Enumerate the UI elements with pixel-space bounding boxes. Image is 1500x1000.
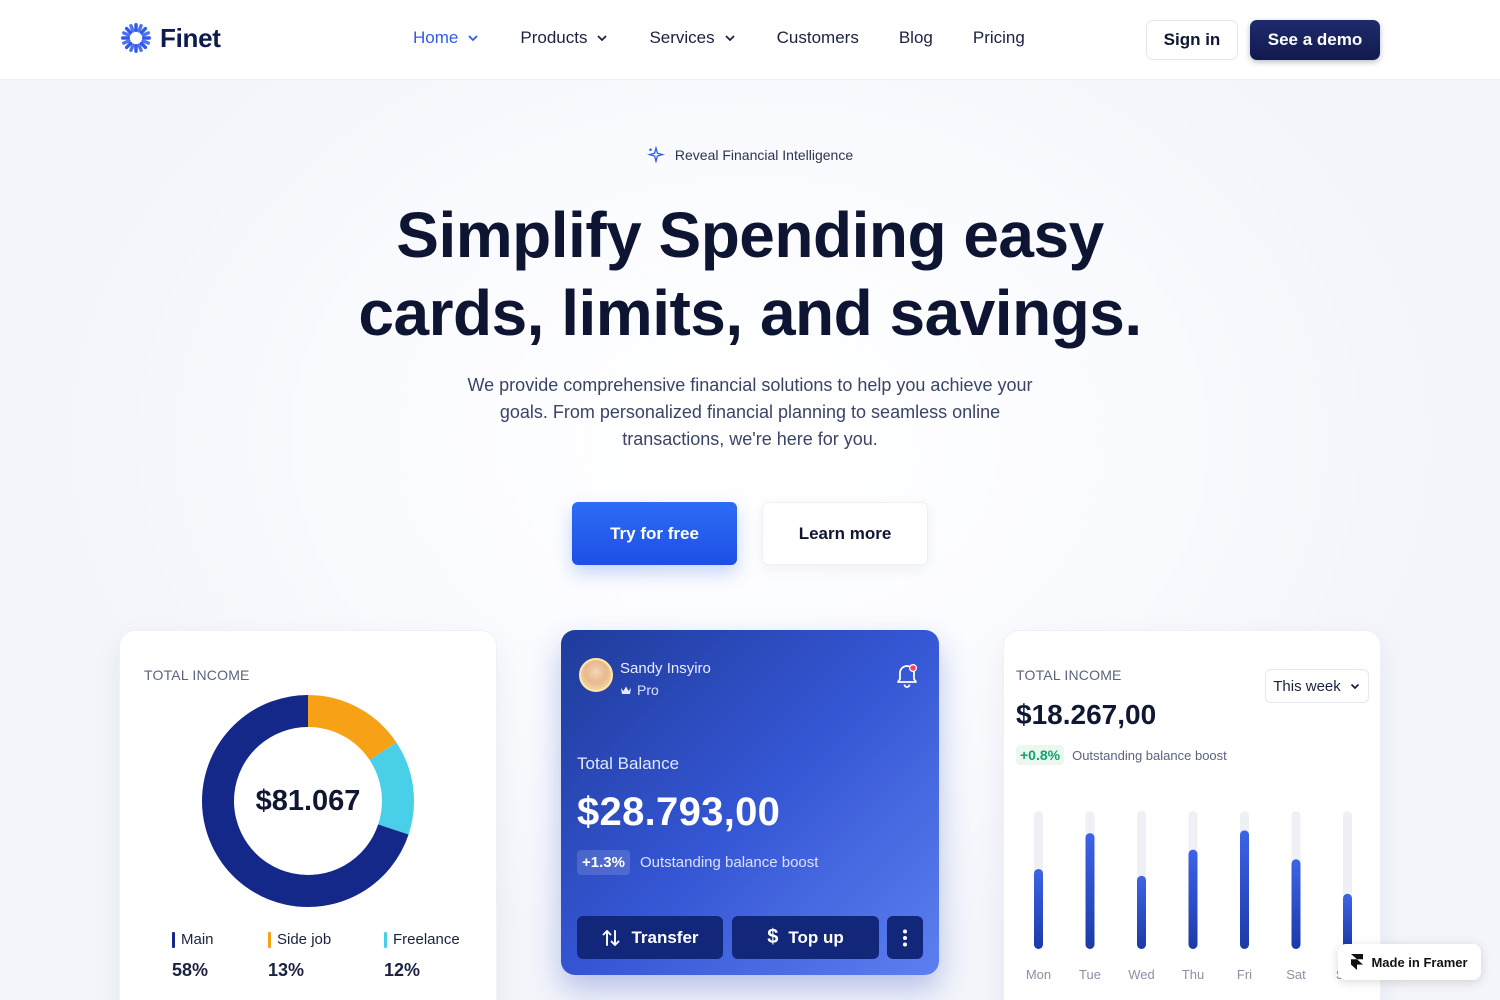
balance-card: Sandy Insyiro Pro Total Balance $28.793,… [561,630,939,975]
brand-logo[interactable]: Finet [120,22,221,54]
nav-item-label: Home [413,28,459,47]
hero-subtitle: We provide comprehensive financial solut… [467,375,1033,449]
day-label-sat: Sat [1286,967,1306,982]
see-demo-button[interactable]: See a demo [1250,20,1380,60]
legend-swatch [172,931,175,948]
weekly-income-card: TOTAL INCOME This week $18.267,00 +0.8% … [1003,630,1381,1000]
legend-label: Main [181,931,214,948]
framer-logo-icon [1351,954,1364,970]
user-tier: Pro [620,682,659,698]
notification-bell-icon[interactable] [895,662,919,693]
framer-label: Made in Framer [1371,954,1468,970]
nav-item-home[interactable]: Home [413,28,480,48]
bar-thu [1188,849,1198,949]
legend-value: 12% [384,960,421,980]
period-select[interactable]: This week [1265,669,1369,703]
legend-swatch [384,931,387,948]
sign-in-button[interactable]: Sign in [1146,20,1238,60]
nav-item-label: Blog [898,28,933,47]
hero-title: Simplify Spending easy cards, limits, an… [250,196,1250,352]
try-for-free-button[interactable]: Try for free [572,502,737,565]
day-label-mon: Mon [1026,967,1051,982]
nav-item-blog[interactable]: Blog [899,28,933,48]
legend-value: 58% [172,960,209,980]
bar-mon [1034,868,1043,949]
dollar-icon: $ [767,926,779,948]
user-tier-label: Pro [637,682,659,698]
bar-wed [1137,875,1146,949]
nav-item-pricing[interactable]: Pricing [973,28,1025,48]
hero-title-line-1: Simplify Spending easy [396,199,1104,271]
weekly-delta-chip: +0.8% [1016,745,1065,765]
transfer-label: Transfer [631,927,699,947]
hero-eyebrow: Reveal Financial Intelligence [0,146,1500,164]
made-in-framer-badge[interactable]: Made in Framer [1338,944,1481,980]
learn-more-button[interactable]: Learn more [762,502,928,565]
crown-icon [621,686,631,694]
balance-delta: +1.3% Outstanding balance boost [577,850,818,875]
nav-item-label: Services [649,28,715,47]
finet-logo-icon [121,23,151,53]
transfer-button[interactable]: Transfer [577,916,723,959]
day-label-tue: Tue [1079,967,1101,982]
income-donut-chart: $81.067 [200,693,416,909]
hero-title-line-2: cards, limits, and savings. [358,277,1142,349]
legend-swatch [268,931,271,948]
legend-item-main: Main 58% [172,931,214,981]
transfer-arrows-icon [603,929,620,946]
nav-item-customers[interactable]: Customers [777,28,859,48]
nav-item-services[interactable]: Services [649,28,736,48]
card-label: TOTAL INCOME [1016,667,1122,683]
nav-item-label: Pricing [972,28,1025,47]
day-label-wed: Wed [1128,967,1155,982]
total-balance-value: $28.793,00 [577,790,781,834]
balance-delta-text: Outstanding balance boost [639,854,819,871]
legend-label: Side job [277,931,332,948]
user-name: Sandy Insyiro [620,660,711,677]
day-label-fri: Fri [1237,967,1252,982]
weekly-income-value: $18.267,00 [1016,699,1157,730]
total-income-donut-card: TOTAL INCOME $81.067 Main 58% Side job 13% F… [119,630,497,1000]
total-balance-label: Total Balance [577,754,680,773]
weekly-delta-text: Outstanding balance boost [1072,747,1227,763]
top-up-button[interactable]: $ Top up [732,916,879,959]
nav-item-products[interactable]: Products [520,28,609,48]
more-options-button[interactable] [887,916,923,959]
period-select-value: This week [1273,677,1341,695]
bar-tue [1085,833,1095,949]
sparkle-icon [646,146,665,164]
card-label: TOTAL INCOME [144,667,250,683]
chevron-down-icon [725,35,735,42]
more-vertical-icon [903,929,907,946]
chevron-down-icon [468,35,478,42]
avatar [579,658,613,692]
bar-fri [1240,830,1249,949]
bar-sun [1343,893,1352,949]
brand-name: Finet [160,22,221,53]
chevron-down-icon [597,35,608,42]
main-nav: Home Products Services Customers Blog Pricing [413,28,1065,48]
legend-item-freelance: Freelance 12% [384,931,460,981]
legend-name: Side job [268,931,331,948]
nav-item-label: Customers [776,28,859,47]
weekly-delta: +0.8% Outstanding balance boost [1016,745,1227,765]
eyebrow-text: Reveal Financial Intelligence [674,147,854,163]
top-navbar: Finet Home Products Services Customers Blog P… [0,0,1500,80]
legend-value: 13% [268,960,305,980]
chevron-down-icon [1350,683,1359,690]
balance-delta-chip: +1.3% [577,850,630,875]
weekly-bar-chart: MonTueWedThuFriSatSun [1026,811,1359,982]
donut-total: $81.067 [255,784,361,817]
legend-item-side-job: Side job 13% [268,931,331,981]
bar-sat [1291,859,1301,949]
legend-label: Freelance [393,931,460,948]
nav-item-label: Products [520,28,588,47]
top-up-label: Top up [788,927,844,947]
legend-name: Freelance [384,931,460,948]
legend-name: Main [172,931,214,948]
day-label-thu: Thu [1182,967,1204,982]
